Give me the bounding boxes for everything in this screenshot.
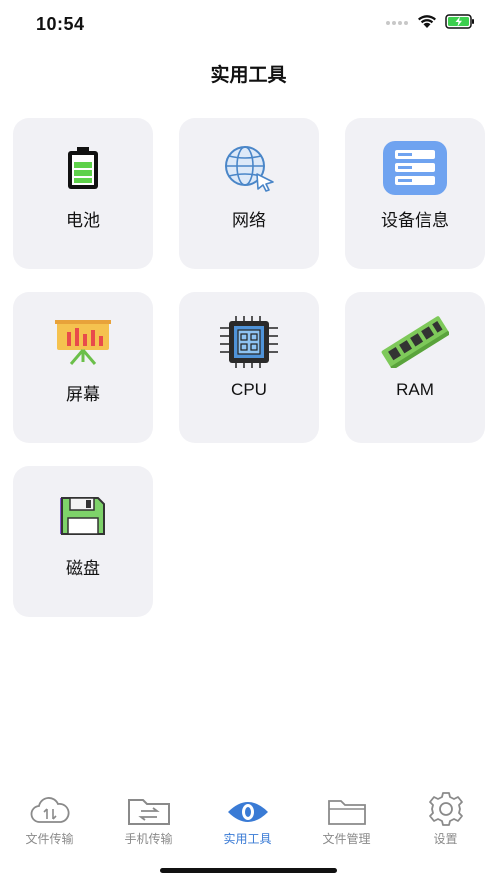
tool-label: RAM: [396, 380, 434, 399]
status-bar: 10:54: [0, 0, 497, 50]
tab-label: 手机传输: [124, 832, 173, 846]
tab-settings[interactable]: 设置: [396, 790, 495, 850]
screen-board-icon: [55, 320, 111, 365]
eye-icon: [227, 802, 268, 822]
server-info-icon: [383, 141, 447, 195]
cloud-transfer-icon: [30, 797, 69, 823]
tab-label: 设置: [433, 832, 458, 846]
tool-label: 网络: [232, 211, 266, 230]
home-indicator: [160, 868, 337, 873]
tool-label: 磁盘: [66, 559, 100, 578]
tool-card-device-info[interactable]: 设备信息: [345, 118, 485, 269]
gear-icon: [428, 792, 463, 826]
tool-card-battery[interactable]: 电池: [13, 118, 153, 269]
tool-label: 设备信息: [381, 211, 449, 230]
tab-file-transfer[interactable]: 文件传输: [0, 790, 99, 850]
tab-label: 文件管理: [322, 832, 371, 846]
folder-icon: [327, 800, 366, 825]
tool-card-screen[interactable]: 屏幕: [13, 292, 153, 443]
tab-phone-transfer[interactable]: 手机传输: [99, 790, 198, 850]
cellular-signal-icon: [386, 20, 408, 25]
network-globe-icon: [225, 146, 274, 192]
tab-file-manager[interactable]: 文件管理: [297, 790, 396, 850]
page-title: 实用工具: [210, 65, 287, 86]
tool-card-cpu[interactable]: CPU: [179, 292, 319, 443]
cpu-chip-icon: [220, 316, 278, 368]
battery-icon: [68, 147, 98, 189]
tool-label: 屏幕: [66, 385, 100, 404]
wifi-icon: [418, 15, 436, 28]
battery-charging-icon: [445, 14, 474, 29]
floppy-disk-icon: [60, 497, 105, 535]
ram-stick-icon: [381, 316, 449, 368]
tool-label: CPU: [231, 380, 267, 399]
status-icons: [385, 14, 475, 29]
tab-utilities[interactable]: 实用工具: [198, 790, 297, 850]
tab-label: 文件传输: [25, 832, 74, 846]
tab-label: 实用工具: [223, 832, 272, 846]
status-time: 10:54: [36, 14, 85, 34]
tool-card-ram[interactable]: RAM: [345, 292, 485, 443]
tool-label: 电池: [66, 211, 100, 230]
folder-swap-icon: [127, 799, 170, 825]
tool-card-disk[interactable]: 磁盘: [13, 466, 153, 617]
tool-card-network[interactable]: 网络: [179, 118, 319, 269]
